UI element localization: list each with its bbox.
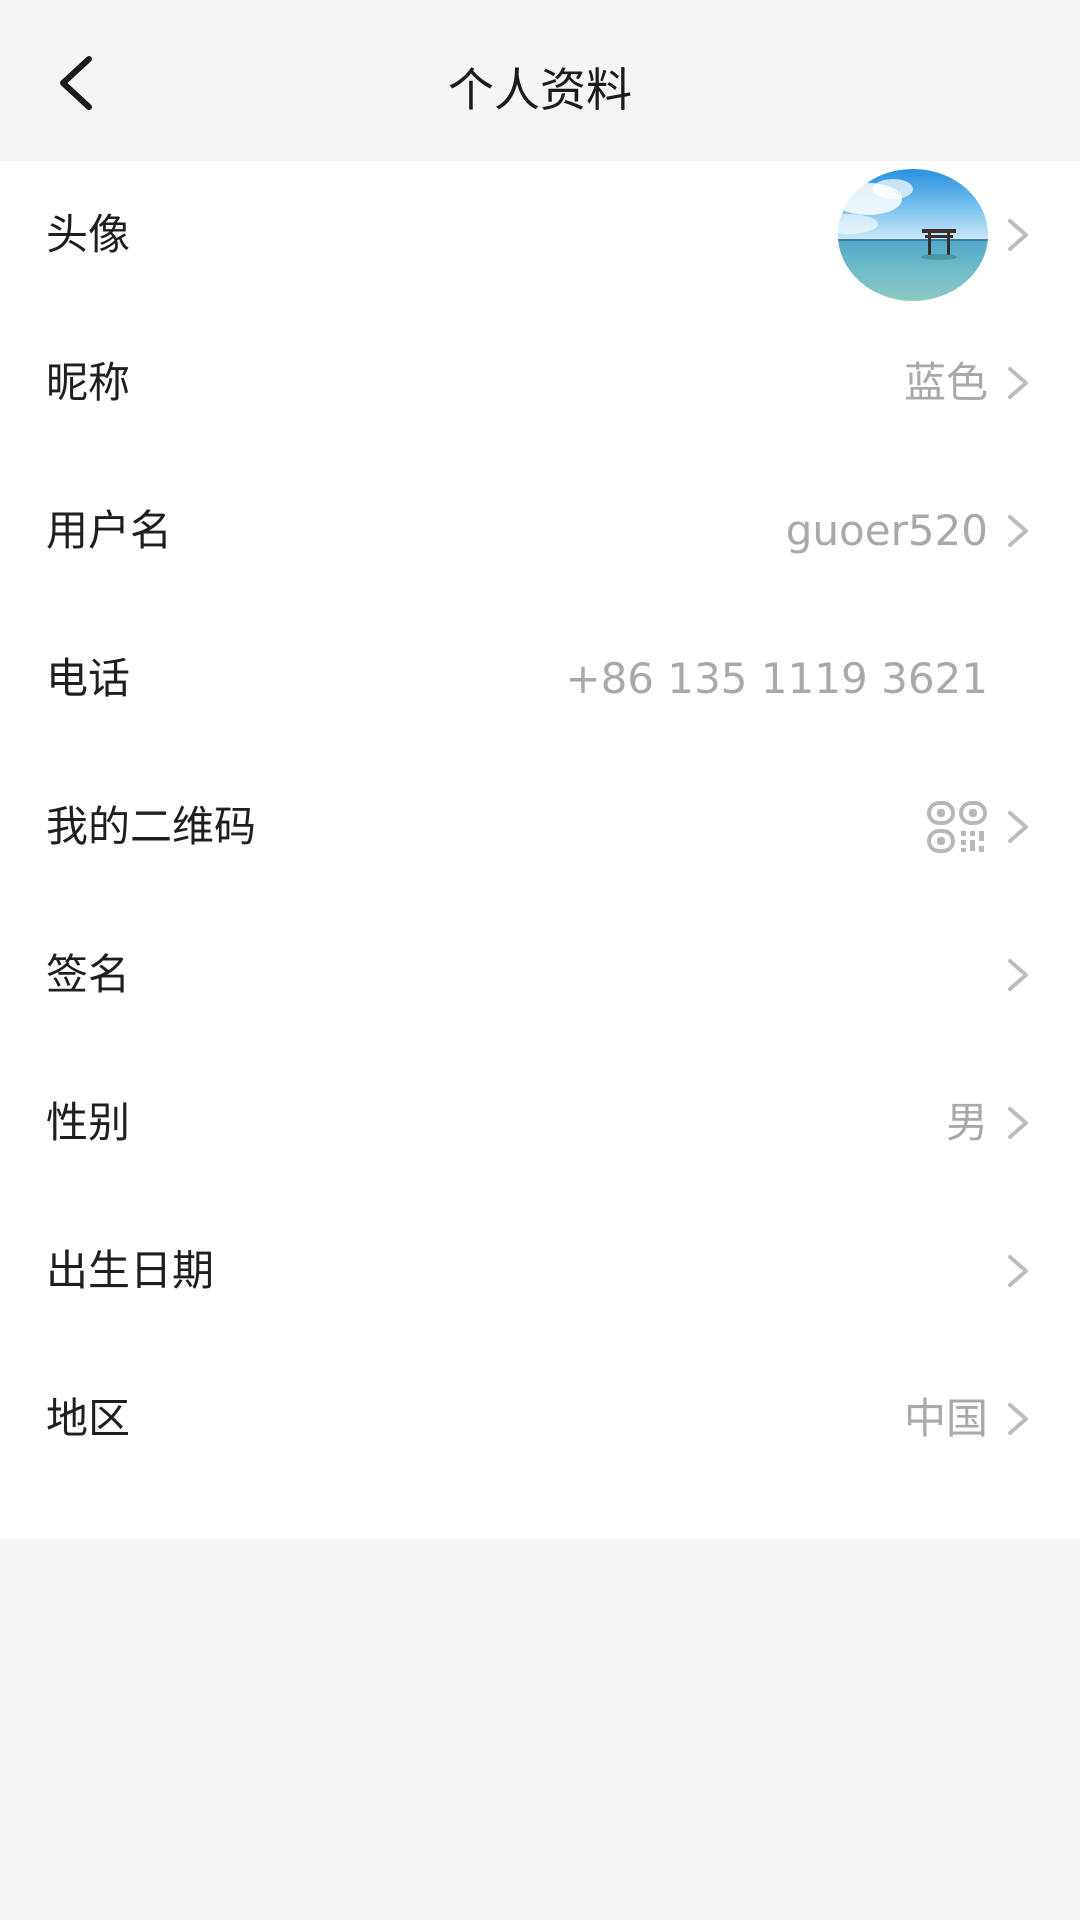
profile-list: 头像 昵称 蓝色 用户名 guoer520 电话 +86 135 1119 36…	[0, 161, 1080, 1539]
chevron-right-icon	[1006, 1251, 1030, 1291]
row-avatar[interactable]: 头像	[0, 161, 1080, 309]
chevron-right-icon	[1006, 363, 1030, 403]
row-label-birthday: 出生日期	[46, 1246, 215, 1295]
row-gender[interactable]: 性别 男	[0, 1049, 1080, 1197]
row-label-avatar: 头像	[46, 210, 131, 259]
chevron-right-icon	[1006, 511, 1030, 551]
nickname-value: 蓝色	[903, 358, 988, 407]
row-label-nickname: 昵称	[46, 358, 131, 407]
row-username[interactable]: 用户名 guoer520	[0, 457, 1080, 605]
region-value: 中国	[903, 1394, 988, 1443]
row-birthday[interactable]: 出生日期	[0, 1197, 1080, 1345]
row-phone: 电话 +86 135 1119 3621	[0, 605, 1080, 753]
row-qrcode[interactable]: 我的二维码	[0, 753, 1080, 901]
username-value: guoer520	[785, 506, 988, 555]
page-title: 个人资料	[448, 63, 632, 117]
row-label-region: 地区	[46, 1394, 131, 1443]
profile-screen: 个人资料 头像 昵称 蓝色 用户名 guoer520 电话 +86 135 11…	[0, 0, 1080, 1920]
chevron-right-icon	[1006, 955, 1030, 995]
chevron-right-icon	[1006, 807, 1030, 847]
chevron-right-icon	[1006, 1399, 1030, 1439]
phone-value: +86 135 1119 3621	[565, 654, 988, 703]
chevron-right-icon	[1006, 215, 1030, 255]
row-label-qrcode: 我的二维码	[46, 802, 257, 851]
gender-value: 男	[945, 1098, 988, 1147]
row-label-signature: 签名	[46, 950, 131, 999]
row-nickname[interactable]: 昵称 蓝色	[0, 309, 1080, 457]
row-label-phone: 电话	[46, 654, 131, 703]
chevron-right-icon	[1006, 1103, 1030, 1143]
row-signature[interactable]: 签名	[0, 901, 1080, 1049]
row-label-username: 用户名	[46, 506, 173, 555]
avatar[interactable]	[838, 169, 988, 301]
header-bar: 个人资料	[0, 0, 1080, 161]
qr-code-icon	[926, 800, 988, 854]
row-label-gender: 性别	[46, 1098, 131, 1147]
row-region[interactable]: 地区 中国	[0, 1345, 1080, 1493]
